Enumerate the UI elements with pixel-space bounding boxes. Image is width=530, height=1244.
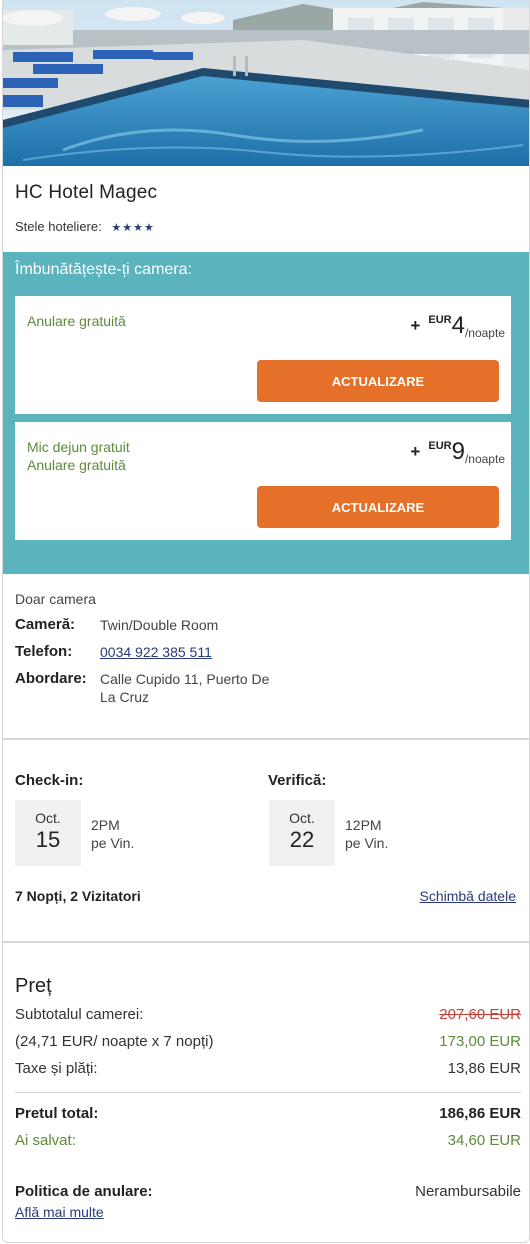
checkin-date: Oct. 15 [15,800,81,866]
checkin-month: Oct. [35,810,61,826]
total-label: Pretul total: [15,1105,99,1122]
upgrade-option: Anulare gratuită + EUR4/noapte ACTUALIZAR… [15,296,511,414]
checkout-hour: 12PM [345,817,382,833]
price-amount: 9 [451,438,465,465]
change-dates-link[interactable]: Schimbă datele [419,888,516,904]
stay-summary: 7 Nopți, 2 Vizitatori [15,888,141,904]
price-per-night: /noapte [464,452,505,466]
phone-link[interactable]: 0034 922 385 511 [100,643,280,661]
upgrade-price: + EUR4/noapte [410,312,505,340]
per-night-total: 173,00 EUR [439,1033,521,1050]
learn-more-link[interactable]: Află mai multe [15,1204,104,1220]
upgrade-feature: Mic dejun gratuit [27,439,130,455]
upgrade-feature: Anulare gratuită [27,457,126,473]
plus-sign: + [410,442,421,461]
upgrade-option: Mic dejun gratuit Anulare gratuită + EUR9… [15,422,511,540]
room-value: Twin/Double Room [100,617,219,633]
saved-label: Ai salvat: [15,1132,76,1149]
hotel-stars-row: Stele hoteliere: ★★★★ [15,219,155,234]
section-divider [3,738,529,740]
price-title: Preț [15,975,52,997]
checkout-title: Verifică: [268,772,327,789]
cancellation-row: Politica de anulare: Nerambursabile [15,1183,521,1203]
checkout-month: Oct. [289,810,315,826]
upgrade-price: + EUR9/noapte [410,438,505,466]
section-divider [3,941,529,943]
cancellation-value: Nerambursabile [415,1183,521,1200]
price-per-night: /noapte [464,326,505,340]
subtotal-label: Subtotalul camerei: [15,1006,144,1023]
saved-value: 34,60 EUR [447,1132,521,1149]
hotel-name: HC Hotel Magec [15,182,158,203]
address-label: Abordare: [15,670,87,687]
subtotal-old-price: 207,60 EUR [439,1006,521,1023]
checkin-day: 15 [35,827,61,852]
checkout-date: Oct. 22 [269,800,335,866]
address-value: Calle Cupido 11, Puerto De La Cruz [100,671,270,705]
price-divider [15,1092,521,1093]
room-type-note: Doar camera [15,591,96,607]
upgrade-title: Îmbunătățește-ți camera: [15,261,192,278]
per-night-row: (24,71 EUR/ noapte x 7 nopți) 173,00 EUR [15,1033,521,1053]
checkout-weekday: pe Vin. [345,835,389,851]
saved-row: Ai salvat: 34,60 EUR [15,1132,521,1152]
room-label: Cameră: [15,616,76,633]
price-currency: EUR [428,314,452,326]
plus-sign: + [410,316,421,335]
phone-label: Telefon: [15,643,73,660]
taxes-value: 13,86 EUR [447,1060,521,1077]
checkin-hour: 2PM [91,817,120,833]
upgrade-button[interactable]: ACTUALIZARE [257,360,499,402]
checkin-title: Check-in: [15,772,84,789]
taxes-label: Taxe și plăți: [15,1060,98,1077]
hotel-stars-label: Stele hoteliere: [15,219,102,234]
star-rating-icons: ★★★★ [111,222,155,234]
cancellation-label: Politica de anulare: [15,1183,153,1200]
total-row: Pretul total: 186,86 EUR [15,1105,521,1125]
checkout-time: 12PM pe Vin. [345,816,388,852]
hotel-photo [3,0,529,166]
checkout-day: 22 [289,827,315,852]
checkin-weekday: pe Vin. [91,835,135,851]
booking-summary-card: HC Hotel Magec Stele hoteliere: ★★★★ Îmb… [2,0,530,1243]
upgrade-button[interactable]: ACTUALIZARE [257,486,499,528]
price-amount: 4 [451,312,465,339]
total-value: 186,86 EUR [439,1105,521,1122]
subtotal-row: Subtotalul camerei: 207,60 EUR [15,1006,521,1026]
checkin-time: 2PM pe Vin. [91,816,134,852]
upgrade-feature: Anulare gratuită [27,313,126,329]
price-currency: EUR [428,440,452,452]
upgrade-room-panel: Îmbunătățește-ți camera: Anulare gratuit… [3,252,529,574]
per-night-label: (24,71 EUR/ noapte x 7 nopți) [15,1033,214,1050]
taxes-row: Taxe și plăți: 13,86 EUR [15,1060,521,1080]
